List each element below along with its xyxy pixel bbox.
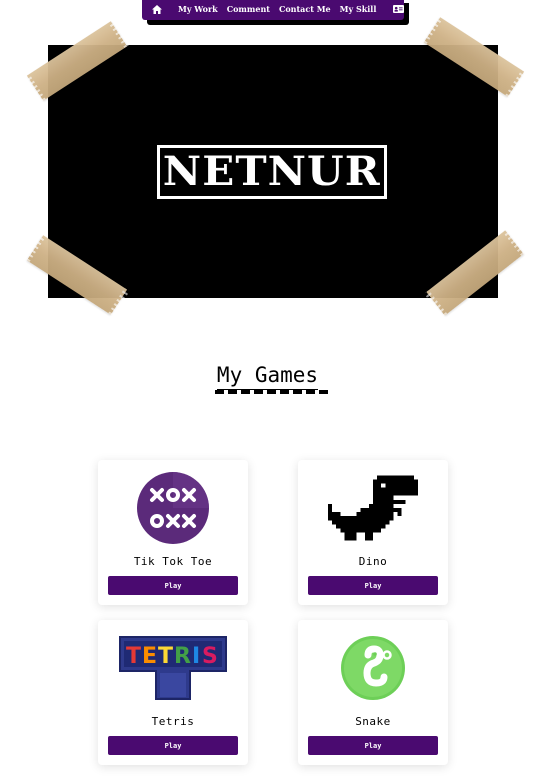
card-title: Dino [358,555,388,568]
play-button-snake[interactable]: Play [308,736,438,755]
game-card-dino: Dino Play [298,460,448,605]
section-title: My Games [216,363,319,390]
title-dashed-underline [215,390,330,394]
card-title: Snake [355,715,391,728]
nav-item-my-work[interactable]: My Work [178,4,218,14]
play-button-dino[interactable]: Play [308,576,438,595]
svg-text:S: S [202,644,218,669]
home-icon[interactable] [152,4,162,14]
svg-text:R: R [174,644,191,669]
hero-banner: NETNUR [48,45,498,298]
logo-box: NETNUR [157,145,387,199]
card-title: Tik Tok Toe [133,555,213,568]
svg-text:T: T [158,644,173,669]
card-image [298,628,448,708]
svg-text:I: I [192,644,200,669]
play-button-tetris[interactable]: Play [108,736,238,755]
card-image [98,468,248,548]
game-card-tic-tac-toe: Tik Tok Toe Play [98,460,248,605]
snake-icon [341,636,405,700]
game-card-snake: Snake Play [298,620,448,765]
top-nav: My Work Comment Contact Me My Skill [142,0,405,20]
tic-tac-toe-icon [137,472,209,544]
card-image [298,468,448,548]
game-card-tetris: T E T R I S Tetris Play [98,620,248,765]
svg-text:T: T [126,644,141,669]
section-title-wrap: My Games [0,363,535,390]
nav-item-comment[interactable]: Comment [227,4,270,14]
dino-icon [328,475,418,541]
site-logo: NETNUR [163,148,381,195]
nav-item-contact-me[interactable]: Contact Me [279,4,331,14]
nav-item-my-skill[interactable]: My Skill [340,4,377,14]
tetris-logo-icon: T E T R I S [119,636,227,700]
card-title: Tetris [151,715,195,728]
svg-text:E: E [142,644,157,669]
play-button-tic-tac-toe[interactable]: Play [108,576,238,595]
card-image: T E T R I S [98,628,248,708]
id-card-icon[interactable] [393,5,405,13]
